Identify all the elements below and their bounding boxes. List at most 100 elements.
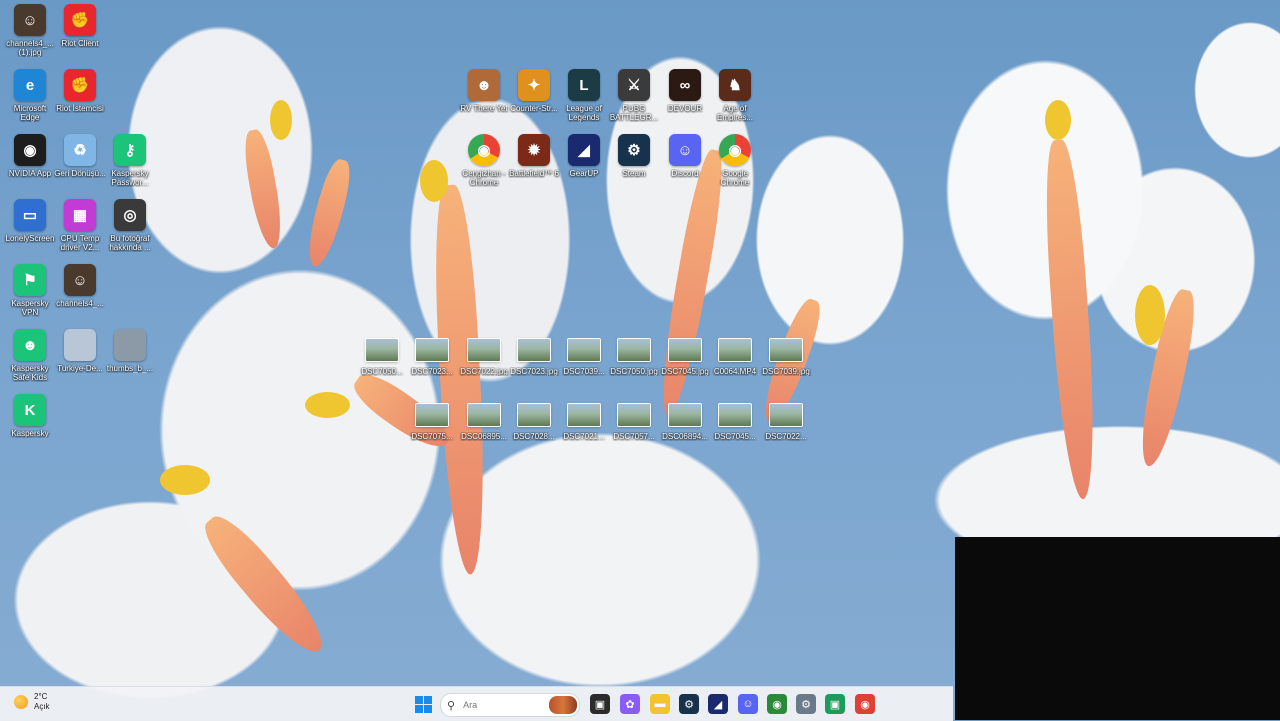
desktop-icon-dsc7050-jpg[interactable]: DSC7050.jpg xyxy=(608,339,660,376)
desktop-icon-label: Age of Empires... xyxy=(716,104,753,122)
desktop-icon-steam[interactable]: ⚙ Steam xyxy=(608,134,660,178)
desktop-icon-kaspersky-vpn[interactable]: ⚑ Kaspersky VPN xyxy=(4,264,56,317)
desktop-icon-label: DSC7022.jpg xyxy=(460,367,508,376)
desktop-icon-devour[interactable]: ∞ DEVOUR xyxy=(659,69,711,113)
desktop-icon-dsc7021[interactable]: DSC7021... xyxy=(558,404,610,441)
desktop-icon-label: RV There Yet xyxy=(460,104,508,113)
taskbar-chrome-notify-button[interactable]: ◉ xyxy=(767,694,787,714)
desktop-icon-dsc7057[interactable]: DSC7057... xyxy=(608,404,660,441)
desktop-icon-label: Counter-Str... xyxy=(510,104,558,113)
weather-temp: 2°C xyxy=(34,692,48,701)
desktop-icon-dsc7039[interactable]: DSC7039... xyxy=(558,339,610,376)
desktop-icon-kaspersky-password[interactable]: ⚷ Kaspersky Passwor... xyxy=(104,134,156,187)
desktop-icon-riot-client[interactable]: ✊ Riot Client xyxy=(54,4,106,48)
discord-icon: ☺ xyxy=(669,134,701,166)
taskbar-settings-button[interactable]: ⚙ xyxy=(796,694,816,714)
desktop-icon-thumbs-b[interactable]: thumbs_b_... xyxy=(104,329,156,373)
desktop-icon-gearup[interactable]: ◢ GearUP xyxy=(558,134,610,178)
taskbar-android-button[interactable]: ▣ xyxy=(825,694,845,714)
desktop-icon-dsc7039-jpg[interactable]: DSC7039.jpg xyxy=(760,339,812,376)
desktop-icon-dsc7045[interactable]: DSC7045.jpg xyxy=(659,339,711,376)
desktop-icon-nvidia-app[interactable]: ◉ NVIDIA App xyxy=(4,134,56,178)
desktop-icon-label: DSC7022... xyxy=(765,432,807,441)
desktop-icon-label: DSC7039... xyxy=(563,367,605,376)
desktop-icon-google-chrome[interactable]: ◉ Google Chrome xyxy=(709,134,761,187)
desktop-icon-dsc7022[interactable]: DSC7022.jpg xyxy=(458,339,510,376)
desktop-icon-lonelyscreen[interactable]: ▭ LonelyScreen xyxy=(4,199,56,243)
image-thumbnail-icon xyxy=(568,404,600,426)
desktop-icon-label: NVIDIA App xyxy=(8,169,52,178)
start-button[interactable] xyxy=(413,694,433,714)
taskbar-search[interactable]: ⚲ xyxy=(440,693,580,717)
file-explorer-icon: ▬ xyxy=(654,698,666,710)
desktop-icon-dsc7050[interactable]: DSC7050... xyxy=(356,339,408,376)
desktop-icon-kaspersky-safe-kids[interactable]: ☻ Kaspersky Safe Kids xyxy=(4,329,56,382)
desktop-icon-dsc7028[interactable]: DSC7028... xyxy=(508,404,560,441)
image-thumbnail-icon xyxy=(770,404,802,426)
desktop-icon-channels4-2[interactable]: ☺ channels4_... xyxy=(54,264,106,308)
pubg-icon: ⚔ xyxy=(618,69,650,101)
image-thumbnail-icon xyxy=(366,339,398,361)
discord-icon: ☺ xyxy=(742,698,754,710)
desktop-icon-label: Battlefield™ 6 xyxy=(509,169,559,178)
desktop-icon-label: DSC7021... xyxy=(563,432,605,441)
image-thumbnail-icon xyxy=(618,404,650,426)
taskbar-steam-button[interactable]: ⚙ xyxy=(679,694,699,714)
desktop-icon-label: DSC7045.jpg xyxy=(661,367,709,376)
taskbar-google-chrome-button[interactable]: ◉ xyxy=(855,694,875,714)
taskbar-task-view-button[interactable]: ▣ xyxy=(590,694,610,714)
desktop-icon-dsc7022b[interactable]: DSC7022... xyxy=(760,404,812,441)
desktop-icon-rv-there-yet[interactable]: ☻ RV There Yet xyxy=(458,69,510,113)
wallpaper-eye xyxy=(1135,285,1165,345)
desktop-icon-label: DSC7050.jpg xyxy=(610,367,658,376)
desktop-icon-turkiye-de[interactable]: Turkiye-De... xyxy=(54,329,106,373)
desktop-icon-dsc7045b[interactable]: DSC7045... xyxy=(709,404,761,441)
gearup-icon: ◢ xyxy=(568,134,600,166)
desktop-icon-label: channels4_...(1).jpg xyxy=(6,39,54,57)
desktop-icon-counter-strike[interactable]: ✦ Counter-Str... xyxy=(508,69,560,113)
google-chrome-icon: ◉ xyxy=(860,698,870,711)
image-thumbnail-icon xyxy=(468,339,500,361)
desktop-icon-dsc7075[interactable]: DSC7075... xyxy=(406,404,458,441)
desktop-icon-label: PUBG BATTLEGR... xyxy=(609,104,659,122)
weather-widget[interactable]: 2°C Açık xyxy=(14,692,50,712)
desktop-icon-cpu-temp[interactable]: ▦ CPU Temp driver V2... xyxy=(54,199,106,252)
taskbar-copilot-button[interactable]: ✿ xyxy=(620,694,640,714)
desktop-icon-battlefield-6[interactable]: ✹ Battlefield™ 6 xyxy=(508,134,560,178)
wallpaper-beak xyxy=(653,147,730,419)
desktop-icon-c0064[interactable]: C0064.MP4 xyxy=(709,339,761,376)
geri-donusum-icon: ♻ xyxy=(64,134,96,166)
taskbar-file-explorer-button[interactable]: ▬ xyxy=(650,694,670,714)
desktop-icon-label: DSC7039.jpg xyxy=(762,367,810,376)
desktop-icon-label: DSC7023.jpg xyxy=(510,367,558,376)
rv-there-yet-icon: ☻ xyxy=(468,69,500,101)
desktop-icon-kaspersky[interactable]: K Kaspersky xyxy=(4,394,56,438)
battlefield-6-icon: ✹ xyxy=(518,134,550,166)
taskbar-visual-studio-button[interactable]: ◢ xyxy=(708,694,728,714)
desktop-icon-discord[interactable]: ☺ Discord xyxy=(659,134,711,178)
desktop-icon-bu-fotograf[interactable]: ◎ Bu fotoğraf hakkında ... xyxy=(104,199,156,252)
desktop-icon-label: LonelyScreen xyxy=(5,234,55,243)
desktop-icon-dsc06895[interactable]: DSC06895... xyxy=(458,404,510,441)
desktop-icon-dsc7023a[interactable]: DSC7023... xyxy=(406,339,458,376)
wallpaper-beak xyxy=(430,183,491,576)
desktop-icon-age-of-empires[interactable]: ♞ Age of Empires... xyxy=(709,69,761,122)
desktop-icon-dsc7023b[interactable]: DSC7023.jpg xyxy=(508,339,560,376)
desktop-icon-label: DEVOUR xyxy=(667,104,703,113)
desktop-icon-geri-donusum[interactable]: ♻ Geri Dönüşü... xyxy=(54,134,106,178)
desktop-icon-microsoft-edge[interactable]: e Microsoft Edge xyxy=(4,69,56,122)
desktop-icon-pubg[interactable]: ⚔ PUBG BATTLEGR... xyxy=(608,69,660,122)
taskbar-discord-button[interactable]: ☺ xyxy=(738,694,758,714)
desktop-icon-channels4-jpg[interactable]: ☺ channels4_...(1).jpg xyxy=(4,4,56,57)
desktop-icon-label: Kaspersky xyxy=(11,429,49,438)
desktop-icon-riot-istemcisi[interactable]: ✊ Riot İstemcisi xyxy=(54,69,106,113)
desktop-icon-dsc06894[interactable]: DSC06894... xyxy=(659,404,711,441)
lonelyscreen-icon: ▭ xyxy=(14,199,46,231)
weather-moon-icon xyxy=(14,695,28,709)
cpu-temp-icon: ▦ xyxy=(64,199,96,231)
image-thumbnail-icon xyxy=(518,404,550,426)
search-input[interactable] xyxy=(461,699,556,711)
league-of-legends-icon: L xyxy=(568,69,600,101)
desktop-icon-league-of-legends[interactable]: L League of Legends xyxy=(558,69,610,122)
desktop-icon-cengizhan-chrome[interactable]: ◉ Cengizhan - Chrome xyxy=(458,134,510,187)
